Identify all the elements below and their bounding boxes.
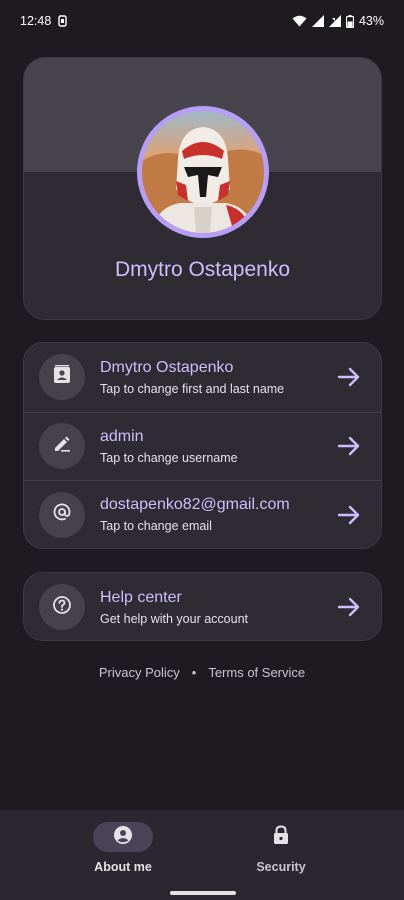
profile-card: Dmytro Ostapenko (23, 57, 382, 320)
status-left: 12:48 (20, 14, 67, 28)
privacy-policy-link[interactable]: Privacy Policy (99, 665, 180, 680)
bottom-navigation: About me Security (0, 810, 404, 900)
terms-of-service-link[interactable]: Terms of Service (208, 665, 305, 680)
status-bar: 12:48 43% (0, 0, 404, 42)
change-name-row[interactable]: Dmytro Ostapenko Tap to change first and… (24, 343, 381, 412)
battery-percent: 43% (358, 14, 384, 28)
signal-2-icon (328, 15, 341, 27)
row-icon-container (39, 584, 85, 631)
row-icon-container (39, 491, 85, 538)
account-circle-icon (113, 825, 133, 850)
arrow-right-icon (337, 368, 360, 387)
lock-icon (272, 824, 290, 850)
row-icon-container (39, 354, 85, 401)
sim-icon (58, 15, 67, 27)
help-center-row[interactable]: Help center Get help with your account (24, 573, 381, 642)
nav-about-me-label: About me (94, 860, 152, 874)
wifi-icon (292, 15, 307, 27)
status-right: 43% (292, 14, 384, 28)
change-email-row[interactable]: dostapenko82@gmail.com Tap to change ema… (24, 480, 381, 548)
nav-about-me[interactable]: About me (43, 822, 203, 882)
profile-name: Dmytro Ostapenko (114, 258, 291, 281)
arrow-right-icon (337, 437, 360, 456)
avatar[interactable] (137, 106, 269, 238)
change-username-row[interactable]: admin Tap to change username (24, 411, 381, 481)
nav-security[interactable]: Security (201, 822, 361, 882)
nav-security-label: Security (256, 860, 306, 874)
battery-icon (345, 14, 354, 28)
arrow-right-icon (337, 505, 360, 524)
signal-icon (311, 15, 324, 27)
status-time: 12:48 (20, 14, 52, 28)
footer-separator: • (191, 665, 197, 680)
row-icon-container (39, 423, 85, 470)
contact-card-icon (52, 364, 72, 390)
pencil-icon (52, 434, 72, 459)
avatar-image (142, 111, 264, 233)
nav-indicator (251, 822, 311, 852)
account-info-card: Dmytro Ostapenko Tap to change first and… (23, 342, 382, 549)
at-sign-icon (52, 502, 72, 527)
arrow-right-icon (337, 598, 360, 617)
help-circle-icon (52, 595, 72, 620)
nav-indicator (93, 822, 153, 852)
home-indicator (170, 891, 236, 895)
footer-links: Privacy Policy • Terms of Service (0, 665, 404, 680)
help-center-card: Help center Get help with your account (23, 572, 382, 641)
